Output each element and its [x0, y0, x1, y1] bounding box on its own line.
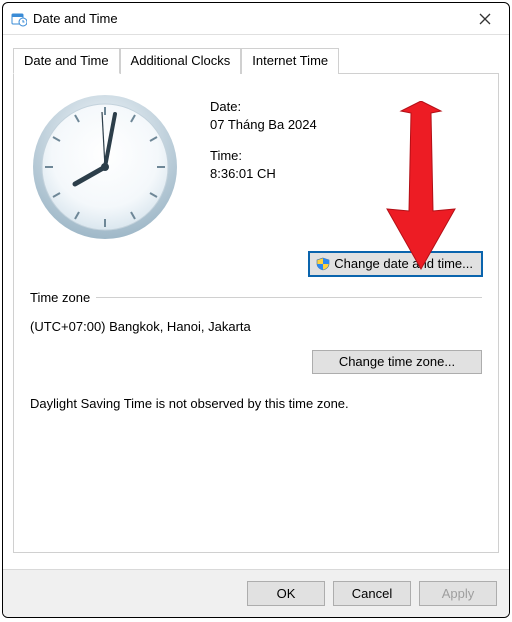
titlebar: Date and Time — [3, 3, 509, 35]
change-date-time-label: Change date and time... — [334, 256, 473, 271]
cancel-button[interactable]: Cancel — [333, 581, 411, 606]
change-time-zone-button[interactable]: Change time zone... — [312, 350, 482, 374]
shield-icon — [316, 257, 330, 271]
tab-additional-clocks[interactable]: Additional Clocks — [120, 48, 242, 74]
window-title: Date and Time — [33, 11, 465, 26]
dst-note: Daylight Saving Time is not observed by … — [30, 396, 482, 411]
tab-date-and-time[interactable]: Date and Time — [13, 48, 120, 74]
date-value: 07 Tháng Ba 2024 — [210, 116, 317, 134]
divider — [96, 297, 482, 298]
tab-strip: Date and Time Additional Clocks Internet… — [13, 47, 499, 73]
tab-internet-time[interactable]: Internet Time — [241, 48, 339, 74]
date-label: Date: — [210, 98, 317, 116]
timezone-value: (UTC+07:00) Bangkok, Hanoi, Jakarta — [30, 319, 482, 334]
datetime-icon — [11, 11, 27, 27]
ok-button[interactable]: OK — [247, 581, 325, 606]
time-label: Time: — [210, 147, 317, 165]
dialog-footer: OK Cancel Apply — [3, 569, 509, 617]
apply-button[interactable]: Apply — [419, 581, 497, 606]
tab-panel-date-and-time: Date: 07 Tháng Ba 2024 Time: 8:36:01 CH — [13, 73, 499, 553]
close-button[interactable] — [465, 5, 505, 33]
timezone-heading: Time zone — [30, 290, 482, 305]
datetime-info: Date: 07 Tháng Ba 2024 Time: 8:36:01 CH — [180, 92, 317, 196]
change-date-time-button[interactable]: Change date and time... — [309, 252, 482, 276]
date-time-dialog: Date and Time Date and Time Additional C… — [2, 2, 510, 618]
timezone-heading-label: Time zone — [30, 290, 90, 305]
analog-clock — [30, 92, 180, 242]
time-value: 8:36:01 CH — [210, 165, 317, 183]
